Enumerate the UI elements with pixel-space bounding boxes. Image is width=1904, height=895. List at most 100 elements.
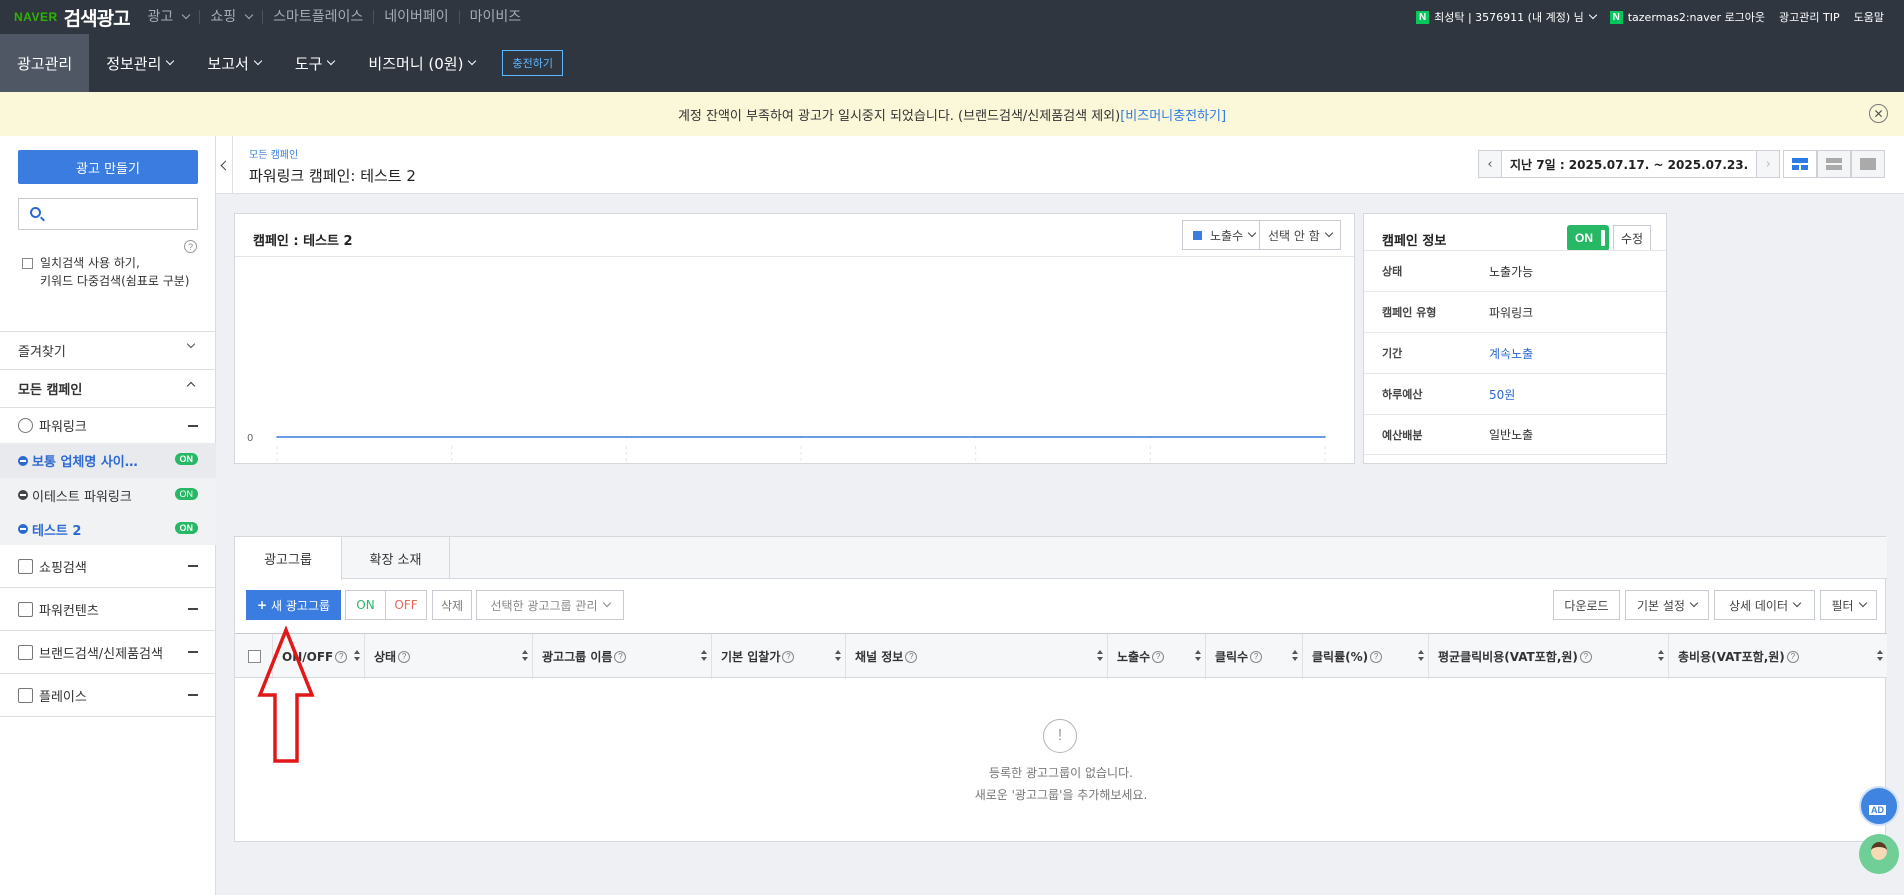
- bulk-on-button[interactable]: ON: [345, 590, 386, 620]
- campaign-item-selected[interactable]: 테스트 2 ON: [0, 512, 216, 546]
- paused-icon: [18, 455, 28, 466]
- help-icon[interactable]: ?: [335, 650, 348, 663]
- tab-ad-groups[interactable]: 광고그룹: [235, 537, 342, 580]
- group-place[interactable]: 플레이스: [0, 674, 216, 716]
- col-channel[interactable]: 채널 정보?: [845, 634, 1107, 679]
- status-badge: ON: [174, 522, 198, 534]
- group-shopping[interactable]: 쇼핑검색: [0, 545, 216, 587]
- compare-select[interactable]: 선택 안 함: [1259, 220, 1341, 250]
- collapse-icon[interactable]: [188, 565, 198, 567]
- topnav-mybiz[interactable]: 마이비즈: [458, 10, 532, 24]
- campaign-item[interactable]: 보통 업체명 사이… ON: [0, 443, 216, 478]
- logout-link[interactable]: 로그아웃: [1725, 9, 1765, 25]
- mainnav-ad-manage[interactable]: 광고관리: [0, 34, 90, 92]
- info-value: 노출가능: [1489, 264, 1534, 279]
- help-icon[interactable]: ?: [1152, 650, 1165, 663]
- search-icon: [30, 207, 41, 218]
- tab-extensions[interactable]: 확장 소재: [342, 537, 450, 579]
- data-point: [1149, 436, 1152, 438]
- close-icon[interactable]: ✕: [1869, 104, 1888, 123]
- search-input[interactable]: [51, 203, 191, 225]
- breadcrumb[interactable]: 모든 캠페인: [249, 146, 298, 161]
- col-label: 클릭수: [1215, 650, 1249, 664]
- divider: [0, 716, 216, 717]
- delete-button[interactable]: 삭제: [432, 590, 472, 620]
- sidebar-toggle[interactable]: [216, 136, 233, 194]
- col-avg-cpc[interactable]: 평균클릭비용(VAT포함,원)?: [1428, 634, 1668, 679]
- info-value-link[interactable]: 50원: [1489, 386, 1515, 403]
- prev-period-button[interactable]: ‹: [1478, 150, 1502, 178]
- manage-selected-select[interactable]: 선택한 광고그룹 관리: [476, 590, 624, 620]
- group-brandsearch[interactable]: 브랜드검색/신제품검색: [0, 631, 216, 673]
- help-icon[interactable]: ?: [1786, 650, 1799, 663]
- view-split-icon[interactable]: [1783, 150, 1817, 178]
- topnav-shopping[interactable]: 쇼핑: [199, 10, 262, 24]
- notice-text: 계정 잔액이 부족하여 광고가 일시중지 되었습니다. (브랜드검색/신제품검색…: [677, 108, 1121, 124]
- exact-match-checkbox[interactable]: [22, 258, 33, 269]
- view-full-icon[interactable]: [1851, 150, 1885, 178]
- campaign-item[interactable]: 이테스트 파워링크 ON: [0, 478, 216, 512]
- collapse-icon[interactable]: [188, 694, 198, 696]
- mainnav-tools[interactable]: 도구: [278, 34, 352, 92]
- info-row-period: 기간 계속노출: [1364, 332, 1666, 373]
- col-impressions[interactable]: 노출수?: [1107, 634, 1205, 679]
- chevron-down-icon: [253, 56, 263, 66]
- collapse-icon[interactable]: [188, 651, 198, 653]
- next-period-button[interactable]: ›: [1756, 150, 1781, 178]
- compare-label: 선택 안 함: [1268, 228, 1320, 243]
- all-campaigns-row[interactable]: 모든 캠페인: [0, 370, 216, 407]
- ad-float-button[interactable]: AD: [1859, 786, 1899, 826]
- campaign-on-toggle[interactable]: ON: [1567, 225, 1609, 251]
- collapse-icon[interactable]: [188, 608, 198, 610]
- group-powerlink[interactable]: 파워링크: [0, 408, 216, 443]
- group-powercontent[interactable]: 파워컨텐츠: [0, 588, 216, 630]
- bulk-off-button[interactable]: OFF: [385, 590, 427, 620]
- mainnav-bizmoney[interactable]: 비즈머니 (0원): [351, 34, 492, 92]
- date-range[interactable]: 지난 7일 : 2025.07.17. ~ 2025.07.23.: [1502, 150, 1757, 178]
- empty-state-icon: !: [1043, 719, 1077, 753]
- help-icon[interactable]: ?: [905, 650, 918, 663]
- campaign-search[interactable]: [18, 198, 198, 230]
- chatbot-avatar-icon[interactable]: [1859, 834, 1899, 874]
- empty-hint: 새로운 '광고그룹'을 추가해보세요.: [974, 788, 1148, 802]
- help-icon[interactable]: ?: [1250, 650, 1263, 663]
- help-icon[interactable]: ?: [782, 650, 795, 663]
- download-button[interactable]: 다운로드: [1553, 590, 1620, 620]
- help-icon[interactable]: ?: [1370, 650, 1383, 663]
- detail-data-select[interactable]: 상세 데이터: [1714, 590, 1815, 620]
- brand-logo[interactable]: NAVER 검색광고: [14, 4, 131, 31]
- collapse-icon[interactable]: [188, 425, 198, 427]
- topnav-naverpay[interactable]: 네이버페이: [373, 10, 458, 24]
- basic-settings-select[interactable]: 기본 설정: [1625, 590, 1709, 620]
- ad-tip-link[interactable]: 광고관리 TIP: [1779, 9, 1840, 25]
- topnav-smartplace[interactable]: 스마트플레이스: [262, 10, 373, 24]
- col-total-cost[interactable]: 총비용(VAT포함,원)?: [1668, 634, 1887, 679]
- metric-select[interactable]: 노출수: [1182, 220, 1265, 250]
- favorites-row[interactable]: 즐겨찾기: [0, 332, 216, 369]
- campaign-name: 이테스트 파워링크: [32, 489, 132, 505]
- bizmoney-charge-link[interactable]: [비즈머니충전하기]: [1120, 105, 1226, 124]
- help-icon[interactable]: ?: [614, 650, 627, 663]
- view-rows-icon[interactable]: [1817, 150, 1851, 178]
- col-status[interactable]: 상태?: [364, 634, 532, 679]
- help-icon[interactable]: ?: [1579, 650, 1592, 663]
- make-ad-button[interactable]: 광고 만들기: [18, 150, 198, 184]
- help-link[interactable]: 도움말: [1854, 9, 1884, 25]
- mainnav-info-manage[interactable]: 정보관리: [89, 34, 190, 92]
- col-clicks[interactable]: 클릭수?: [1205, 634, 1302, 679]
- account-menu[interactable]: N 최성탁 | 3576911 (내 계정) 님: [1416, 9, 1597, 25]
- help-icon[interactable]: ?: [398, 650, 411, 663]
- help-icon[interactable]: ?: [184, 240, 197, 253]
- edit-button[interactable]: 수정: [1613, 225, 1651, 251]
- exact-match-option[interactable]: 일치검색 사용 하기, 키워드 다중검색(쉼표로 구분): [22, 254, 192, 290]
- col-bid[interactable]: 기본 입찰가?: [711, 634, 845, 679]
- col-label: 클릭률(%): [1312, 650, 1369, 664]
- topnav-ad[interactable]: 광고: [138, 10, 200, 24]
- col-group-name[interactable]: 광고그룹 이름?: [532, 634, 711, 679]
- col-ctr[interactable]: 클릭률(%)?: [1302, 634, 1428, 679]
- info-value-link[interactable]: 계속노출: [1489, 345, 1533, 362]
- mainnav-reports[interactable]: 보고서: [190, 34, 277, 92]
- filter-select[interactable]: 필터: [1820, 590, 1877, 620]
- chevron-down-icon: [602, 598, 611, 608]
- charge-button[interactable]: 충전하기: [502, 50, 563, 76]
